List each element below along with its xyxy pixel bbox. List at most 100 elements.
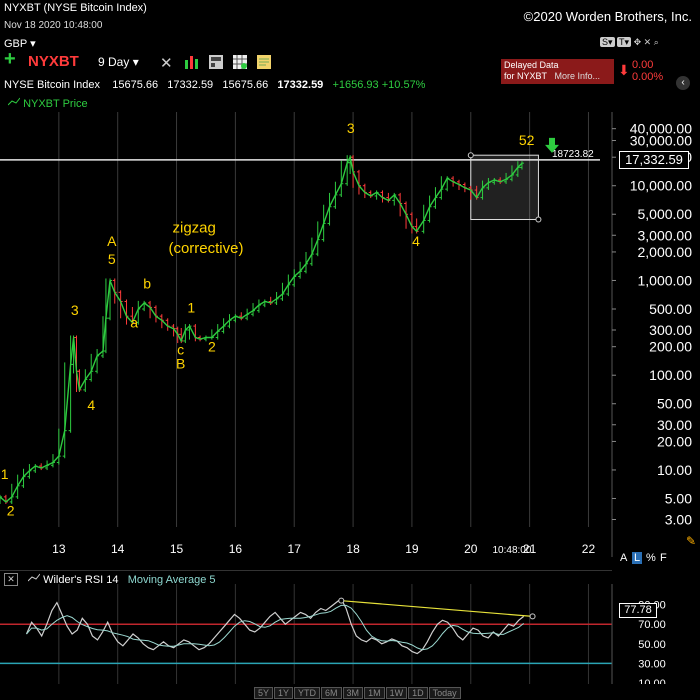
y-tick-label: 5.00	[665, 490, 692, 506]
trendline-handle	[338, 597, 345, 604]
scale-auto-button[interactable]: A	[620, 552, 627, 564]
note-icon[interactable]	[256, 54, 272, 70]
wave-label: 4	[412, 233, 420, 249]
wave-label: 3	[71, 302, 79, 318]
wave-label: b	[143, 276, 151, 292]
y-tick-label: 50.00	[657, 396, 692, 412]
y-tick-label: 30,000.00	[630, 133, 692, 149]
y-tick-label: 300.00	[649, 322, 692, 338]
scale-s-icon[interactable]: S▾	[600, 37, 615, 47]
panel-toggle-icon[interactable]: ‹	[676, 76, 690, 90]
box-handle	[467, 152, 474, 159]
rsi-trendline	[341, 600, 533, 617]
y-tick-label: 3,000.00	[638, 227, 693, 243]
wave-label: 1	[1, 466, 9, 482]
x-tick-label: 22	[582, 542, 596, 556]
change-percent: 0.00%	[632, 71, 664, 83]
quote-high: 17332.59	[167, 79, 214, 91]
range-button-ytd[interactable]: YTD	[294, 687, 321, 699]
chart-datetime: Nov 18 2020 10:48:00	[4, 20, 103, 31]
pencil-icon[interactable]: ✎	[686, 534, 696, 548]
x-tick-label: 17	[288, 542, 302, 556]
scale-log-button[interactable]: L	[632, 552, 643, 564]
quote-close: 17332.59	[277, 79, 324, 91]
highlight-box	[470, 154, 539, 221]
x-tick-label: 15	[170, 542, 184, 556]
y-tick-label: 20.00	[657, 433, 692, 449]
scale-t-icon[interactable]: T▾	[617, 37, 632, 47]
range-buttons: 5Y 1Y YTD 6M 3M 1M 1W 1D Today	[254, 687, 462, 699]
range-button-1m[interactable]: 1M	[364, 687, 385, 699]
wave-label: 2	[7, 503, 15, 519]
quote-change-pct: +10.57%	[381, 79, 426, 91]
copyright: ©2020 Worden Brothers, Inc.	[523, 9, 692, 24]
y-tick-label: 100.00	[649, 367, 692, 383]
move-icon[interactable]: ✥	[634, 37, 642, 47]
wave-label: 4	[87, 397, 95, 413]
y-tick-label: 5,000.00	[638, 206, 693, 222]
range-button-3m[interactable]: 3M	[342, 687, 364, 699]
range-button-today[interactable]: Today	[428, 687, 461, 699]
legend-line-icon	[7, 97, 21, 106]
hline-label: 18723.82	[552, 149, 594, 160]
rsi-tick-label: 50.00	[638, 639, 666, 651]
symbol-input[interactable]: NYXBT	[28, 53, 79, 70]
rsi-value-tag: 77.78	[619, 603, 657, 618]
scale-f-button[interactable]: F	[660, 552, 667, 564]
x-tick-label: 16	[229, 542, 243, 556]
y-tick-label: 3.00	[665, 511, 692, 527]
layout-icon[interactable]	[208, 54, 224, 70]
rsi-line	[25, 597, 525, 655]
box-handle	[535, 216, 542, 223]
price-legend-label: NYXBT Price	[23, 98, 88, 110]
tools-icon[interactable]: ✕	[160, 54, 176, 72]
y-tick-label: 500.00	[649, 301, 692, 317]
y-tick-label: 30.00	[657, 417, 692, 433]
wave-label: 2	[208, 338, 216, 354]
wave-label: B	[176, 355, 185, 371]
price-chart[interactable]: 13 14 15 16 17 18 19 20 21 2210:48:0040,000.0030,…	[0, 112, 700, 557]
window-buttons: S▾ T▾ ✥ ✕ ⌕	[600, 37, 659, 48]
wave-label: A	[107, 233, 117, 249]
period-select[interactable]: 9 Day ▾	[98, 55, 139, 69]
price-legend: NYXBT Price	[7, 97, 88, 110]
wave-label: 1	[187, 299, 195, 315]
range-button-1y[interactable]: 1Y	[274, 687, 294, 699]
rsi-tick-label: 10.00	[638, 678, 666, 684]
x-tick-label: 13	[52, 542, 66, 556]
range-button-1d[interactable]: 1D	[408, 687, 428, 699]
quote-low: 15675.66	[222, 79, 269, 91]
rsi-tick-label: 70.00	[638, 619, 666, 631]
close-icon[interactable]: ✕	[644, 37, 652, 47]
delayed-symbol: for NYXBT	[504, 71, 548, 81]
bar-chart-icon[interactable]	[184, 54, 200, 70]
zoom-icon[interactable]: ⌕	[654, 37, 659, 47]
y-tick-label: 2,000.00	[638, 244, 693, 260]
legend-line-icon	[27, 573, 41, 582]
x-tick-label: 20	[464, 542, 478, 556]
range-button-1w[interactable]: 1W	[385, 687, 408, 699]
wave-label: 3	[347, 120, 355, 136]
pane-divider	[0, 570, 612, 571]
y-tick-label: 1,000.00	[638, 272, 693, 288]
quote-change: +1656.93	[332, 79, 379, 91]
range-button-6m[interactable]: 6M	[321, 687, 342, 699]
wave-label: 5	[108, 251, 116, 267]
x-tick-label: 14	[111, 542, 125, 556]
plus-icon[interactable]: +	[4, 49, 20, 69]
delayed-data-badge[interactable]: Delayed Data for NYXBT More Info...	[501, 59, 614, 84]
annotation-label: zigzag	[173, 220, 216, 237]
delayed-line1: Delayed Data	[504, 60, 559, 70]
trendline-handle	[529, 613, 536, 620]
more-info-link[interactable]: More Info...	[555, 71, 601, 81]
range-button-5y[interactable]: 5Y	[254, 687, 274, 699]
change-values: 0.00 0.00%	[632, 59, 663, 83]
x-tick-label: 18	[346, 542, 360, 556]
scale-percent-button[interactable]: %	[646, 552, 656, 564]
grid-icon[interactable]	[232, 54, 248, 70]
change-amount: 0.00	[632, 59, 654, 71]
x-tick-label: 19	[405, 542, 419, 556]
annotation-label: (corrective)	[168, 240, 243, 257]
rsi-chart[interactable]: 90.0070.0050.0030.0010.00	[0, 584, 700, 684]
y-tick-label: 10,000.00	[630, 178, 692, 194]
